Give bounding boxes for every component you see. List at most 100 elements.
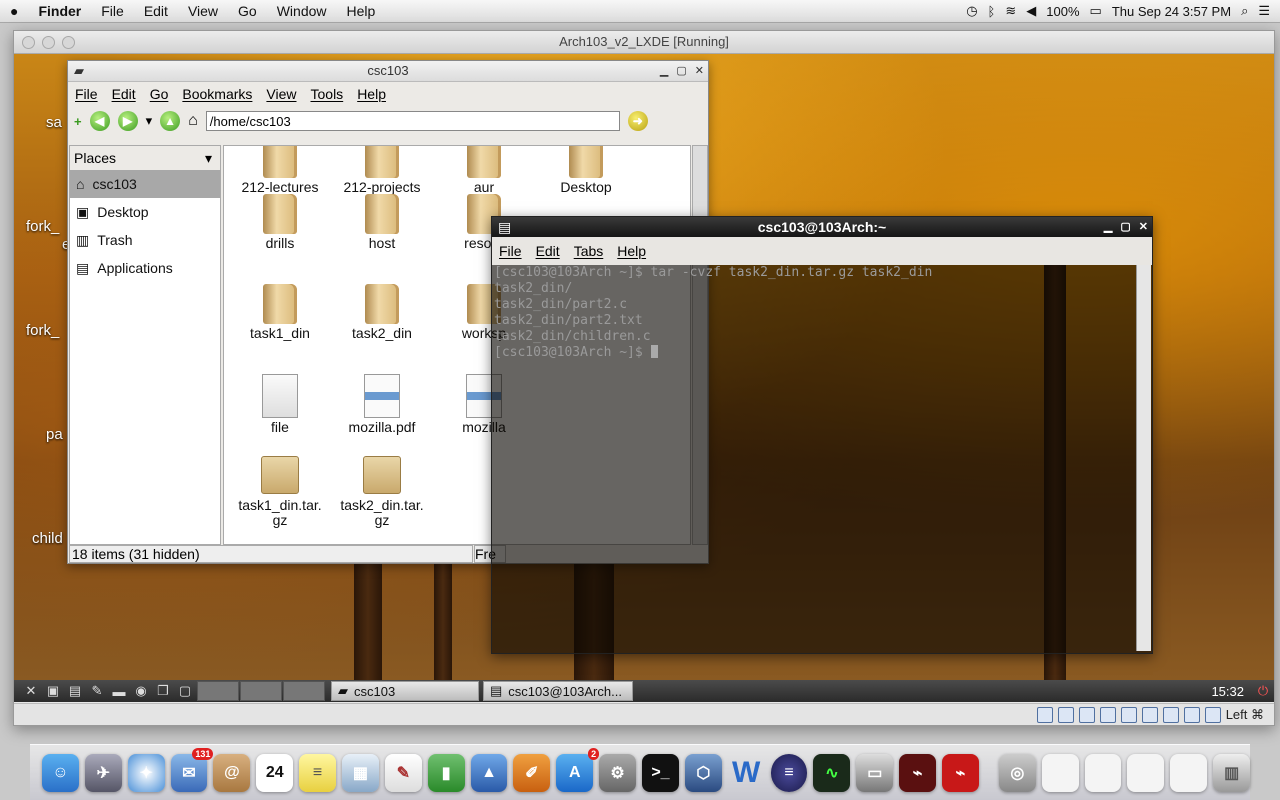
file-item[interactable]: file [230, 374, 330, 435]
file-item[interactable]: task1_din [230, 284, 330, 341]
vbox-vm-icon[interactable]: ▭ [856, 753, 894, 792]
display-icon[interactable] [1120, 706, 1137, 723]
acrobat-reader-icon[interactable]: ⌁ [942, 753, 979, 792]
terminal-launcher-icon[interactable]: ▤ [64, 682, 86, 700]
close-button[interactable]: ✕ [1139, 217, 1148, 237]
menu-edit[interactable]: Edit [134, 3, 178, 19]
system-preferences-icon[interactable]: ⚙ [599, 753, 637, 792]
back-icon[interactable]: ◀ [89, 111, 110, 131]
sidebar-item-applications[interactable]: ▤ Applications [70, 254, 220, 282]
pdf-stack-icon[interactable] [1170, 753, 1208, 792]
launchpad-icon[interactable]: ✈ [84, 753, 122, 792]
file-item[interactable]: 212-projects [332, 146, 432, 195]
fm-menu-view[interactable]: View [259, 86, 303, 102]
recording-icon[interactable] [1183, 706, 1200, 723]
eclipse-icon[interactable]: ≡ [770, 753, 808, 792]
fm-menu-file[interactable]: File [68, 86, 105, 102]
desktop-pager-3[interactable] [283, 681, 325, 701]
menu-file[interactable]: File [91, 3, 134, 19]
activity-monitor-icon[interactable]: ∿ [813, 753, 851, 792]
notification-center-icon[interactable]: ☰ [1258, 3, 1270, 19]
downloads-stack-icon[interactable] [1041, 753, 1079, 792]
hard-disk-icon[interactable] [1036, 706, 1053, 723]
trash-icon[interactable]: ▥ [1213, 753, 1251, 792]
close-button[interactable]: ✕ [695, 61, 704, 81]
path-input[interactable]: /home/csc103 [205, 111, 620, 131]
mail-icon[interactable]: ✉ 131 [170, 747, 214, 792]
terminal-menu-tabs[interactable]: Tabs [567, 243, 611, 259]
new-tab-icon[interactable]: + [74, 114, 82, 129]
word-icon[interactable]: W [728, 754, 765, 792]
terminal-menu-file[interactable]: File [492, 243, 529, 259]
clock[interactable]: Thu Sep 24 3:57 PM [1112, 4, 1231, 19]
file-item[interactable]: drills [230, 194, 330, 251]
forward-icon[interactable]: ▶ [117, 111, 138, 131]
fm-menu-bookmarks[interactable]: Bookmarks [175, 86, 259, 102]
console-launcher-icon[interactable]: ▬ [108, 682, 130, 700]
file-item[interactable]: host [332, 194, 432, 251]
network-icon[interactable] [1141, 706, 1158, 723]
desktop-icon-label[interactable]: fork_ [26, 322, 59, 339]
fm-menu-tools[interactable]: Tools [304, 86, 351, 102]
safari-icon[interactable]: ✦ [127, 753, 165, 792]
minimize-button[interactable]: ▁ [660, 61, 668, 81]
fm-menu-edit[interactable]: Edit [105, 86, 143, 102]
terminal-icon[interactable]: >_ [642, 753, 679, 792]
fm-menu-help[interactable]: Help [350, 86, 393, 102]
menu-help[interactable]: Help [337, 3, 386, 19]
history-dropdown-icon[interactable]: ▾ [146, 113, 153, 129]
desktop-pager-2[interactable] [240, 681, 282, 701]
sidebar-item-desktop[interactable]: ▣ Desktop [70, 198, 220, 226]
desktop-icon-label[interactable]: pa [46, 426, 63, 443]
zoom-button[interactable] [62, 36, 75, 49]
bluetooth-icon[interactable]: ᛒ [988, 4, 996, 19]
finder-icon[interactable]: ☺ [42, 753, 79, 792]
menu-go[interactable]: Go [228, 3, 267, 19]
file-item[interactable]: mozilla.pdf [332, 374, 432, 435]
editor-launcher-icon[interactable]: ✎ [86, 682, 108, 700]
taskbar-item-terminal[interactable]: ▤ csc103@103Arch... [483, 681, 633, 701]
file-item[interactable]: task1_din.tar.gz [230, 452, 330, 528]
show-desktop-icon[interactable]: ▢ [174, 682, 196, 700]
preview-icon[interactable]: ▦ [342, 753, 379, 792]
home-icon[interactable]: ⌂ [188, 112, 198, 130]
up-icon[interactable]: ▲ [160, 111, 181, 131]
vbox-titlebar[interactable]: Arch103_v2_LXDE [Running] [14, 31, 1274, 54]
file-item[interactable]: task2_din [332, 284, 432, 341]
apple-menu-icon[interactable]: ● [0, 3, 28, 19]
virtualbox-icon[interactable]: ⬡ [684, 753, 722, 792]
time-machine-icon[interactable]: ◷ [966, 3, 977, 19]
window-list-icon[interactable]: ❐ [152, 682, 174, 700]
panel-clock[interactable]: 15:32 [1211, 684, 1244, 699]
spotlight-icon[interactable]: ⌕ [1241, 3, 1248, 19]
desktop-icon-label[interactable]: sa [46, 114, 62, 131]
numbers-icon[interactable]: ▮ [427, 753, 465, 792]
file-item[interactable]: Desktop [536, 146, 636, 195]
pages-icon[interactable]: ✐ [513, 753, 551, 792]
maximize-button[interactable]: ▢ [676, 61, 686, 81]
desktop-pager-1[interactable] [197, 681, 239, 701]
file-item[interactable]: 212-lectures [230, 146, 330, 195]
mouse-integration-icon[interactable] [1162, 706, 1179, 723]
desktop-icon-label[interactable]: child [32, 530, 63, 547]
optical-drive-icon[interactable] [1057, 706, 1074, 723]
terminal-scrollbar[interactable] [1136, 265, 1151, 651]
chevron-down-icon[interactable]: ▾ [205, 150, 212, 167]
volume-icon[interactable]: ◀ [1026, 3, 1036, 19]
maximize-button[interactable]: ▢ [1120, 217, 1130, 237]
logout-icon[interactable]: ⏻ [1252, 682, 1274, 700]
minimize-button[interactable] [42, 36, 55, 49]
go-icon[interactable]: ➜ [627, 111, 648, 131]
close-button[interactable] [22, 36, 35, 49]
wifi-icon[interactable]: ≋ [1005, 3, 1016, 19]
disk-utility-icon[interactable]: ◎ [998, 753, 1036, 792]
shared-folders-icon[interactable] [1099, 706, 1116, 723]
recent-stack-icon[interactable] [1127, 753, 1165, 792]
fm-titlebar[interactable]: ▰ csc103 ▁ ▢ ✕ [68, 61, 708, 82]
menu-view[interactable]: View [178, 3, 228, 19]
firefox-icon[interactable]: ◉ [130, 682, 152, 700]
documents-stack-icon[interactable] [1084, 753, 1122, 792]
appstore-icon[interactable]: A2 [556, 747, 600, 792]
sidebar-item-home[interactable]: ⌂ csc103 [70, 170, 220, 198]
battery-icon[interactable]: ▭ [1090, 3, 1102, 19]
